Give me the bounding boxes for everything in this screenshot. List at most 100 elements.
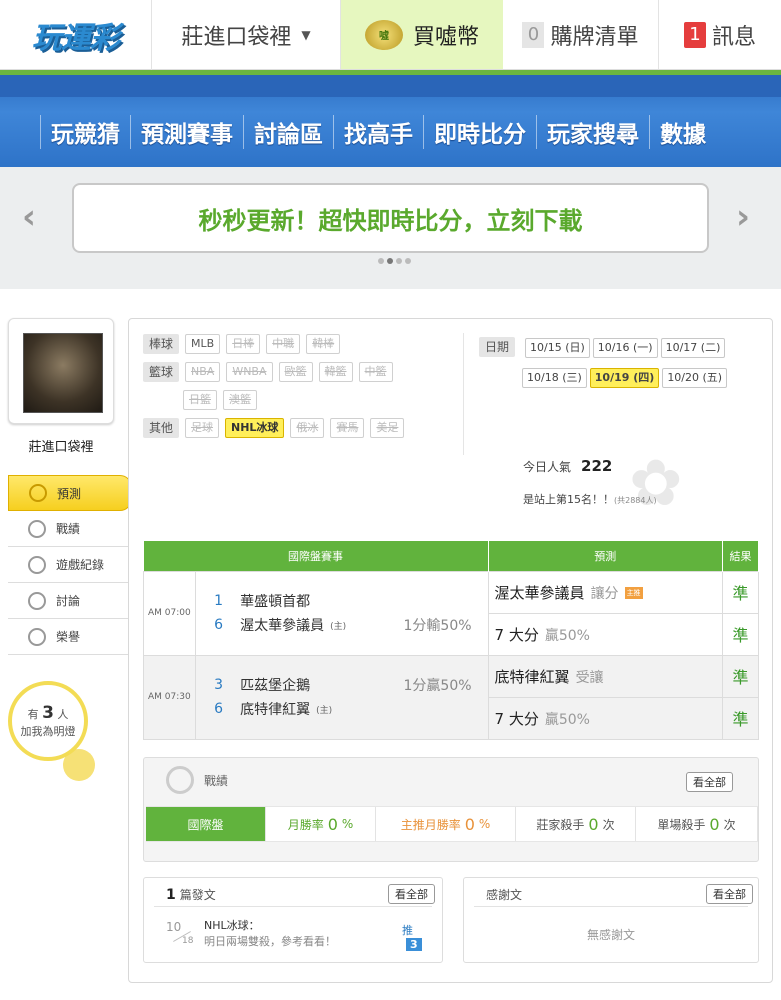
game-line: 1分輸50%	[403, 618, 472, 634]
filter-chip: 足球	[185, 418, 220, 438]
game-time: AM 07:00	[142, 570, 197, 656]
team-name[interactable]: 華盛頓首都	[240, 591, 310, 611]
table-row: AM 07:00 1 華盛頓首都 6 渥太華參議員 (主) 1分輸50% 渥太華參議員讓…	[142, 570, 760, 656]
cart-count-badge: 0	[522, 21, 545, 48]
target-icon	[29, 484, 47, 502]
stat-main-month-win-rate: 主推月勝率 0%	[376, 807, 516, 841]
chevron-right-icon[interactable]: ›	[736, 197, 750, 237]
filter-chip: WNBA	[226, 362, 273, 382]
side-item-record[interactable]: 戰績	[8, 511, 128, 547]
fans-lightbulb[interactable]: 有 3 人 加我為明燈	[8, 681, 118, 791]
nav-item-data[interactable]: 數據	[649, 115, 716, 149]
matchup: 1 華盛頓首都 6 渥太華參議員 (主) 1分輸50%	[195, 570, 489, 656]
site-logo[interactable]: 玩運彩	[0, 0, 152, 70]
nav-stripe	[0, 75, 781, 97]
carousel-dot[interactable]	[405, 258, 411, 264]
popularity: 今日人氣 222	[523, 457, 613, 475]
prediction-panel: 棒球 MLB 日棒 中職 韓棒 籃球 NBA WNBA 歐籃 韓籃 中籃 日籃 …	[128, 318, 773, 983]
nav-item-predict[interactable]: 預測賽事	[130, 115, 243, 149]
pen-icon	[28, 591, 46, 610]
promo-banner: ‹ 秒秒更新！超快即時比分，立刻下載 ›	[0, 167, 781, 289]
side-item-predict[interactable]: 預測	[8, 475, 132, 511]
filter-chip: 澳籃	[223, 390, 257, 410]
result-cell: 準	[721, 612, 760, 656]
posts-view-all-button[interactable]: 看全部	[388, 884, 435, 904]
carousel-dot[interactable]	[378, 258, 384, 264]
side-item-honor[interactable]: 榮譽	[8, 619, 128, 655]
purchase-list-button[interactable]: 0 購牌清單	[503, 0, 659, 69]
prediction-cell: 7 大分 贏50%	[487, 696, 723, 740]
fans-count: 有 3 人 加我為明燈	[8, 681, 88, 761]
record-view-all-button[interactable]: 看全部	[686, 772, 733, 792]
posts-title: 1 篇發文	[166, 887, 216, 903]
date-chip[interactable]: 10/17 (二)	[660, 338, 726, 358]
filter-chip: 俄冰	[290, 418, 325, 438]
avatar[interactable]	[23, 333, 103, 413]
stat-single-killer: 單場殺手 0 次	[636, 807, 758, 841]
filter-divider	[463, 333, 464, 455]
nav-item-forum[interactable]: 討論區	[243, 115, 333, 149]
filter-label-basketball: 籃球	[143, 362, 180, 382]
post-title[interactable]: NHL冰球：	[204, 918, 404, 934]
col-header-game: 國際盤賽事	[143, 541, 489, 571]
avatar-frame	[8, 318, 114, 424]
date-chip[interactable]: 10/18 (三)	[522, 368, 587, 388]
filter-label-other: 其他	[143, 418, 180, 438]
filter-chip: 歐籃	[278, 362, 313, 382]
filter-chip: 韓籃	[318, 362, 353, 382]
date-chip-selected[interactable]: 10/19 (四)	[589, 368, 660, 388]
filter-chip-nhl[interactable]: NHL冰球	[225, 418, 285, 438]
date-chip[interactable]: 10/16 (一)	[592, 338, 658, 358]
thanks-box: 感謝文 看全部 無感謝文	[463, 877, 759, 963]
team-name[interactable]: 渥太華參議員	[240, 615, 324, 635]
main-pick-badge: 主推	[624, 587, 643, 599]
thanks-title: 感謝文	[486, 888, 523, 902]
chevron-left-icon[interactable]: ‹	[22, 197, 36, 237]
matchup: 3 匹茲堡企鵝 1分贏50% 6 底特律紅翼 (主)	[195, 654, 489, 740]
filter-chip: 賽馬	[330, 418, 365, 438]
username: 莊進口袋裡	[181, 24, 292, 50]
result-cell: 準	[721, 696, 760, 740]
record-tab-intl[interactable]: 國際盤	[146, 807, 266, 841]
nav-item-player-search[interactable]: 玩家搜尋	[536, 115, 649, 149]
user-menu[interactable]: 莊進口袋裡 ▼	[152, 0, 341, 69]
side-item-game-log[interactable]: 遊戲紀錄	[8, 547, 128, 583]
target-icon	[166, 766, 194, 794]
filter-chip: 日籃	[183, 390, 217, 410]
game-time: AM 07:30	[142, 654, 197, 740]
top-bar: 玩運彩 莊進口袋裡 ▼ 噓 買噓幣 0 購牌清單 1 訊息	[0, 0, 781, 70]
chevron-down-icon: ▼	[301, 27, 311, 42]
record-box: 戰績 看全部 國際盤 月勝率 0% 主推月勝率 0% 莊家殺手 0 次 單場殺手 0 次	[143, 757, 759, 862]
profile-name: 莊進口袋裡	[28, 440, 94, 455]
thanks-view-all-button[interactable]: 看全部	[706, 884, 753, 904]
filter-chip: NBA	[185, 362, 221, 382]
carousel-dots	[378, 258, 411, 264]
carousel-dot[interactable]	[396, 258, 402, 264]
prediction-cell: 底特律紅翼 受讓	[487, 654, 723, 698]
date-chip[interactable]: 10/20 (五)	[662, 368, 728, 388]
filter-chip: 日棒	[226, 334, 261, 354]
filter-chip-mlb[interactable]: MLB	[185, 334, 221, 354]
post-excerpt: 明日兩場雙殺，參考看看！	[204, 935, 336, 948]
team-name[interactable]: 匹茲堡企鵝	[240, 675, 310, 695]
profile-sidebar: 莊進口袋裡 預測 戰績 遊戲紀錄 討論 榮譽	[8, 318, 132, 655]
messages-button[interactable]: 1 訊息	[659, 0, 781, 69]
nav-item-play[interactable]: 玩競猜	[40, 115, 130, 149]
date-filters: 日期 10/15 (日) 10/16 (一) 10/17 (二) 10/18 (三) 1…	[479, 336, 739, 396]
coin-icon: 噓	[364, 19, 403, 50]
filter-label-date: 日期	[479, 337, 516, 357]
nav-item-experts[interactable]: 找高手	[333, 115, 423, 149]
sport-filters: 棒球 MLB 日棒 中職 韓棒 籃球 NBA WNBA 歐籃 韓籃 中籃 日籃 …	[143, 333, 410, 445]
buy-coin-button[interactable]: 噓 買噓幣	[341, 0, 503, 69]
date-chip[interactable]: 10/15 (日)	[525, 338, 590, 358]
prediction-cell: 7 大分 贏50%	[487, 612, 723, 656]
banner-link[interactable]: 秒秒更新！超快即時比分，立刻下載	[72, 183, 709, 253]
nav-item-live-score[interactable]: 即時比分	[423, 115, 536, 149]
team-name[interactable]: 底特律紅翼	[240, 699, 310, 719]
record-title: 戰績	[204, 774, 229, 788]
message-count-badge: 1	[683, 21, 706, 48]
carousel-dot-active[interactable]	[387, 258, 393, 264]
push-count: 推3	[402, 922, 422, 951]
post-date: 10 18	[166, 920, 194, 946]
side-item-discussion[interactable]: 討論	[8, 583, 128, 619]
